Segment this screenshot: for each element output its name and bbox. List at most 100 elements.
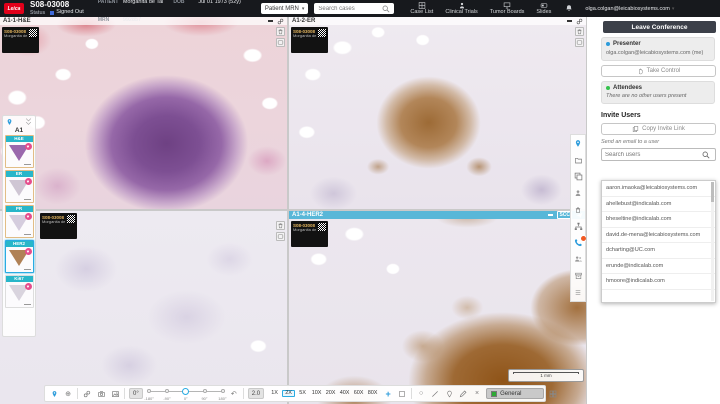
image-icon[interactable]	[110, 388, 120, 399]
mag-1x[interactable]: 1X	[268, 391, 281, 397]
label-snapshot-icon[interactable]	[276, 232, 285, 241]
search-mode-select[interactable]: Patient MRN ▾	[261, 3, 309, 14]
favorite-heart-icon[interactable]: ♥	[25, 248, 32, 255]
case-block: S08-03008 Status Signed Out	[30, 1, 84, 16]
mag-40x[interactable]: 40X	[338, 391, 351, 397]
mag-20x[interactable]: 20X	[324, 391, 337, 397]
user-suggestion[interactable]: dcharting@UC.com	[602, 243, 715, 259]
user-avatar-icon[interactable]	[573, 188, 584, 199]
case-search	[314, 3, 394, 14]
archive-box-icon[interactable]	[573, 270, 584, 281]
user-suggestion[interactable]: erunde@indicalab.com	[602, 259, 715, 275]
sync-link-icon[interactable]	[576, 18, 583, 25]
nav-label: Tumor Boards	[490, 10, 525, 16]
user-suggestion[interactable]: ahellebust@indicalab.com	[602, 197, 715, 213]
presenter-label: Presenter	[613, 41, 641, 47]
scale-bar-value: 1 mm	[513, 374, 579, 379]
menu-icon[interactable]	[573, 287, 584, 298]
link-icon[interactable]	[82, 388, 92, 399]
tray-slide-he[interactable]: H&E ♥	[5, 135, 34, 168]
tray-slide-ki67[interactable]: Ki67 ♥	[5, 275, 34, 308]
pin-tool-icon[interactable]	[49, 388, 59, 399]
ellipse-tool-icon[interactable]: ○	[416, 388, 426, 399]
rotation-slider-handle[interactable]	[182, 388, 189, 395]
nav-tumor-boards[interactable]: Tumor Boards	[490, 2, 525, 16]
slide-viewer-grid: A1-1-H&E S08-03008 Morganita de Tal A1-2…	[0, 17, 586, 404]
user-suggestion[interactable]: hmoore@indicalab.com	[602, 274, 715, 290]
sitemap-icon[interactable]	[573, 221, 584, 232]
sync-link-icon[interactable]	[277, 18, 284, 25]
attendees-icon[interactable]	[573, 254, 584, 265]
user-menu[interactable]: olga.colgan@leicabiosystems.com ▾	[585, 6, 674, 12]
attendees-empty-text: There are no other users present	[606, 93, 710, 100]
pin-icon[interactable]	[573, 138, 584, 149]
take-control-button[interactable]: Take Control	[601, 65, 716, 77]
dropdown-scrollbar[interactable]	[711, 182, 714, 301]
toolbar-divider	[411, 388, 412, 399]
favorite-heart-icon[interactable]: ♥	[25, 213, 32, 220]
trash-icon[interactable]	[573, 204, 584, 215]
navigator-globe-icon[interactable]: ⊕	[63, 388, 73, 399]
compare-images-icon[interactable]	[573, 171, 584, 182]
nav-case-list[interactable]: Case List	[410, 2, 433, 16]
favorite-heart-icon[interactable]: ♥	[25, 143, 32, 150]
tray-slide-her2[interactable]: HER2 ♥	[5, 240, 34, 273]
thumb-scale	[24, 304, 31, 305]
annotation-list-icon[interactable]	[548, 388, 558, 399]
notifications-bell-icon[interactable]	[565, 4, 573, 13]
line-tool-icon[interactable]	[430, 388, 440, 399]
copy-icon	[632, 125, 639, 133]
annotation-group-select[interactable]: General	[486, 388, 544, 399]
minimize-icon[interactable]	[268, 20, 273, 21]
trash-icon[interactable]	[575, 27, 584, 36]
viewport-a1-1-he[interactable]: A1-1-H&E S08-03008 Morganita de Tal	[0, 17, 287, 209]
user-suggestion[interactable]: aaron.imaoka@leicabiosystems.com	[602, 181, 715, 197]
patient-name: Morganita de Tal	[123, 0, 164, 5]
viewport-a1-2-er[interactable]: A1-2-ER S08-03008 Morganita de Tal	[289, 17, 586, 209]
minimize-icon[interactable]	[567, 20, 572, 21]
pin-annotation-icon[interactable]	[444, 388, 454, 399]
copy-invite-link-button[interactable]: Copy Invite Link	[601, 123, 716, 135]
rotation-reset-button[interactable]: 0°	[129, 388, 143, 399]
thumb-scale	[24, 269, 31, 270]
tray-collapse-icon[interactable]	[25, 118, 32, 125]
mag-60x[interactable]: 60X	[352, 391, 365, 397]
leave-conference-button[interactable]: Leave Conference	[603, 21, 716, 33]
mag-2x[interactable]: 2X	[282, 390, 295, 398]
viewport-a1-4-her2[interactable]: A1-4-HER2 SCC S08-03008 Morganita de Tal…	[289, 211, 586, 404]
trash-icon[interactable]	[276, 221, 285, 230]
user-suggestion[interactable]: david.de-mena@leicabiosystems.com	[602, 228, 715, 244]
pen-tool-icon[interactable]	[458, 388, 468, 399]
app-header: Leica S08-03008 Status Signed Out PATIEN…	[0, 0, 720, 17]
viewport-a1-3-pr[interactable]: S08-03008 Morganita de Tal	[0, 211, 287, 404]
nav-slides[interactable]: Slides	[536, 2, 551, 16]
thumb-scale	[24, 164, 31, 165]
nav-clinical-trials[interactable]: Clinical Trials	[445, 2, 477, 16]
favorite-heart-icon[interactable]: ♥	[25, 178, 32, 185]
camera-icon[interactable]	[96, 388, 106, 399]
tray-slide-er[interactable]: ER ♥	[5, 170, 34, 203]
rotation-slider[interactable]: -180° -90° 0° 90° 180°	[147, 386, 225, 401]
user-search-input[interactable]	[602, 152, 702, 158]
scrollbar-thumb[interactable]	[711, 182, 714, 202]
mag-80x[interactable]: 80X	[366, 391, 379, 397]
minimize-icon[interactable]	[548, 214, 553, 215]
fit-to-window-icon[interactable]	[397, 388, 407, 399]
folder-icon[interactable]	[573, 155, 584, 166]
tray-slide-pr[interactable]: PR ♥	[5, 205, 34, 238]
label-snapshot-icon[interactable]	[276, 38, 285, 47]
mag-10x[interactable]: 10X	[310, 391, 323, 397]
undo-rotation-icon[interactable]: ↶	[229, 388, 239, 399]
case-search-input[interactable]	[314, 6, 382, 12]
zoom-in-icon[interactable]: +	[383, 388, 393, 399]
favorite-heart-icon[interactable]: ♥	[25, 283, 32, 290]
dob-label: DOB	[173, 0, 195, 5]
tray-pin-icon[interactable]	[6, 118, 13, 126]
delete-annotation-icon[interactable]: ×	[472, 388, 482, 399]
conference-call-icon[interactable]	[573, 237, 584, 248]
label-snapshot-icon[interactable]	[575, 38, 584, 47]
user-suggestion[interactable]: bheseltine@indicalab.com	[602, 212, 715, 228]
trash-icon[interactable]	[276, 27, 285, 36]
zoom-value-button[interactable]: 2.0	[248, 388, 264, 399]
mag-5x[interactable]: 5X	[296, 391, 309, 397]
